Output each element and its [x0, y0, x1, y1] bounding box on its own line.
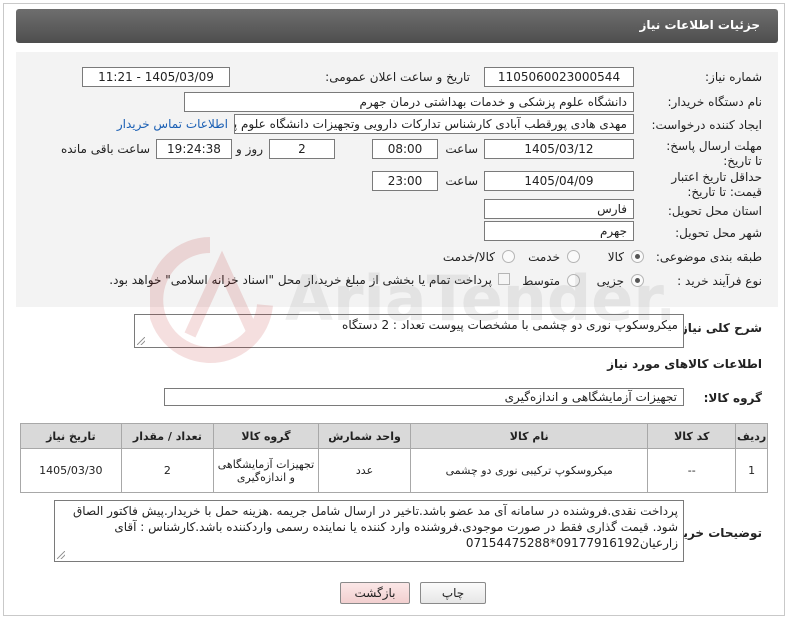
buyer-org-label: نام دستگاه خریدار:	[667, 95, 763, 109]
category-both-radio[interactable]	[502, 250, 515, 263]
need-number-label: شماره نیاز:	[705, 70, 762, 84]
category-label: طبقه بندی موضوعی:	[655, 250, 762, 264]
creator-label: ایجاد کننده درخواست:	[651, 118, 762, 132]
category-goods-label: کالا	[607, 250, 624, 264]
resize-grip-icon[interactable]	[137, 337, 145, 345]
category-service-radio[interactable]	[567, 250, 580, 263]
buyer-notes-text: پرداخت نقدی.فروشنده در سامانه آی مد عضو …	[73, 504, 678, 550]
announce-field: 1405/03/09 - 11:21	[82, 67, 230, 87]
cell-code: --	[647, 448, 737, 493]
category-goods-radio[interactable]	[631, 250, 644, 263]
col-unit: واحد شمارش	[317, 423, 412, 449]
remaining-time-field: 19:24:38	[156, 139, 232, 159]
goods-table: ردیف کد کالا نام کالا واحد شمارش گروه کا…	[20, 423, 768, 493]
cell-row: 1	[735, 448, 768, 493]
cell-qty: 2	[120, 448, 215, 493]
cell-group: تجهیزات آزمایشگاهی و اندازه‌گیری	[213, 448, 319, 493]
treasury-payment-checkbox[interactable]	[498, 273, 510, 285]
buyer-contact-link[interactable]: اطلاعات تماس خریدار	[117, 117, 228, 131]
price-deadline-label: حداقل تاریخ اعتبار قیمت: تا تاریخ:	[671, 170, 762, 199]
price-time-field: 23:00	[372, 171, 438, 191]
treasury-payment-note: پرداخت تمام یا بخشی از مبلغ خرید،از محل …	[109, 273, 492, 287]
process-medium-label: متوسط	[522, 274, 560, 288]
goods-table-header: ردیف کد کالا نام کالا واحد شمارش گروه کا…	[20, 423, 768, 449]
cell-unit: عدد	[317, 448, 412, 493]
process-minor-radio[interactable]	[631, 274, 644, 287]
cell-name: میکروسکوپ ترکیبی نوری دو چشمی	[410, 448, 649, 493]
city-field: جهرم	[484, 221, 634, 241]
summary-text: میکروسکوپ نوری دو چشمی با مشخصات پیوست ت…	[342, 318, 678, 332]
goods-group-field: تجهیزات آزمایشگاهی و اندازه‌گیری	[164, 388, 684, 406]
process-medium-radio[interactable]	[567, 274, 580, 287]
process-label: نوع فرآیند خرید :	[677, 274, 762, 288]
reply-date-field: 1405/03/12	[484, 139, 634, 159]
header-bar: جزئیات اطلاعات نیاز	[16, 9, 778, 43]
table-row: 1 -- میکروسکوپ ترکیبی نوری دو چشمی عدد ت…	[20, 448, 768, 493]
price-date-field: 1405/04/09	[484, 171, 634, 191]
days-label: روز و	[236, 142, 263, 156]
reply-time-label: ساعت	[445, 142, 478, 156]
col-row: ردیف	[735, 423, 768, 449]
cell-date: 1405/03/30	[20, 448, 122, 493]
col-code: کد کالا	[647, 423, 737, 449]
price-time-label: ساعت	[445, 174, 478, 188]
print-button[interactable]: چاپ	[420, 582, 486, 604]
category-both-label: کالا/خدمت	[442, 250, 495, 264]
summary-label: شرح کلی نیاز:	[676, 321, 762, 335]
days-field: 2	[269, 139, 335, 159]
city-label: شهر محل تحویل:	[675, 226, 762, 240]
category-service-label: خدمت	[528, 250, 560, 264]
need-number-field: 1105060023000544	[484, 67, 634, 87]
province-label: استان محل تحویل:	[667, 204, 762, 218]
col-name: نام کالا	[410, 423, 649, 449]
goods-group-label: گروه کالا:	[703, 391, 762, 405]
back-button[interactable]: بازگشت	[340, 582, 410, 604]
process-minor-label: جزیی	[596, 274, 624, 288]
resize-grip-icon[interactable]	[57, 551, 65, 559]
col-group: گروه کالا	[213, 423, 319, 449]
buyer-notes-textarea[interactable]: پرداخت نقدی.فروشنده در سامانه آی مد عضو …	[54, 500, 684, 562]
remaining-time-label: ساعت باقی مانده	[60, 142, 150, 156]
summary-textarea[interactable]: میکروسکوپ نوری دو چشمی با مشخصات پیوست ت…	[134, 314, 684, 348]
col-qty: تعداد / مقدار	[120, 423, 215, 449]
goods-section-title: اطلاعات کالاهای مورد نیاز	[607, 357, 762, 371]
buyer-org-field: دانشگاه علوم پزشکی و خدمات بهداشتی درمان…	[184, 92, 634, 112]
province-field: فارس	[484, 199, 634, 219]
page-title: جزئیات اطلاعات نیاز	[639, 18, 760, 32]
reply-time-field: 08:00	[372, 139, 438, 159]
col-date: تاریخ نیاز	[20, 423, 122, 449]
reply-deadline-label: مهلت ارسال پاسخ: تا تاریخ:	[666, 139, 762, 168]
announce-label: تاریخ و ساعت اعلان عمومی:	[325, 70, 470, 84]
creator-field: مهدی هادی پورقطب آبادی کارشناس تدارکات د…	[234, 114, 634, 134]
